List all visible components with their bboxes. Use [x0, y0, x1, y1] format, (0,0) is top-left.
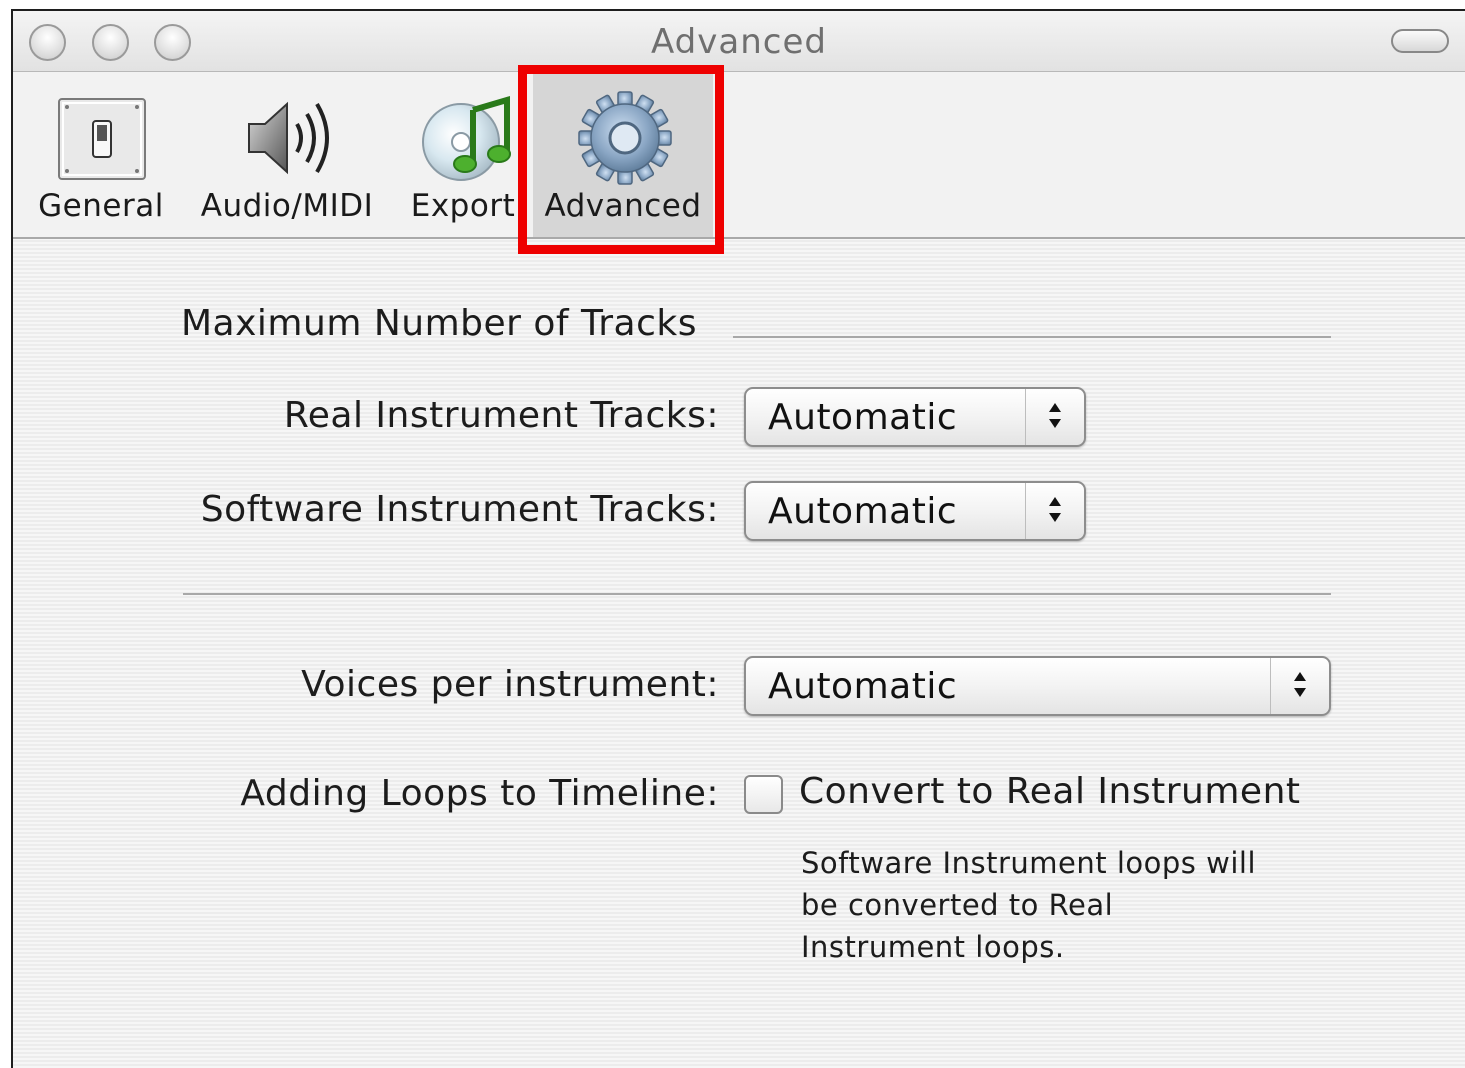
software-instrument-tracks-label: Software Instrument Tracks:: [200, 489, 719, 530]
tab-audio-midi[interactable]: Audio/MIDI: [197, 72, 377, 237]
popup-arrows-icon: [1025, 483, 1084, 539]
popup-arrows-icon: [1025, 389, 1084, 445]
voices-per-instrument-label: Voices per instrument:: [301, 664, 719, 705]
real-instrument-tracks-label: Real Instrument Tracks:: [283, 395, 719, 436]
light-switch-icon: [58, 98, 146, 180]
window-title: Advanced: [651, 22, 827, 62]
voices-per-instrument-value: Automatic: [768, 666, 958, 707]
loops-conversion-note: Software Instrument loops will be conver…: [801, 846, 1256, 964]
preferences-toolbar: General Audio/MIDI Export Advanced: [13, 72, 1465, 239]
real-instrument-tracks-value: Automatic: [768, 397, 958, 438]
section-divider-top: [733, 336, 1331, 338]
tab-general[interactable]: General: [31, 72, 171, 237]
software-instrument-tracks-value: Automatic: [768, 491, 958, 532]
max-tracks-section-title: Maximum Number of Tracks: [181, 303, 697, 344]
convert-to-real-instrument-label[interactable]: Convert to Real Instrument: [799, 771, 1301, 812]
gear-icon: [578, 91, 672, 185]
tab-advanced-label: Advanced: [544, 188, 702, 224]
popup-arrows-icon: [1270, 658, 1329, 714]
tab-export[interactable]: Export: [407, 72, 519, 237]
toolbar-toggle-button[interactable]: [1391, 29, 1449, 53]
tab-advanced[interactable]: Advanced: [533, 72, 713, 237]
real-instrument-tracks-popup[interactable]: Automatic: [744, 387, 1086, 447]
tab-general-label: General: [38, 188, 164, 224]
speaker-icon: [248, 101, 329, 175]
tab-audio-midi-label: Audio/MIDI: [200, 188, 374, 224]
adding-loops-label: Adding Loops to Timeline:: [240, 773, 719, 814]
preferences-window: Advanced General Audio/MIDI Export Advan…: [11, 9, 1465, 1068]
section-divider-middle: [183, 593, 1331, 595]
title-bar: Advanced: [13, 11, 1465, 72]
convert-to-real-instrument-checkbox[interactable]: [744, 775, 783, 814]
voices-per-instrument-popup[interactable]: Automatic: [744, 656, 1331, 716]
software-instrument-tracks-popup[interactable]: Automatic: [744, 481, 1086, 541]
cd-music-note-icon: [422, 95, 511, 181]
tab-export-label: Export: [410, 188, 516, 224]
